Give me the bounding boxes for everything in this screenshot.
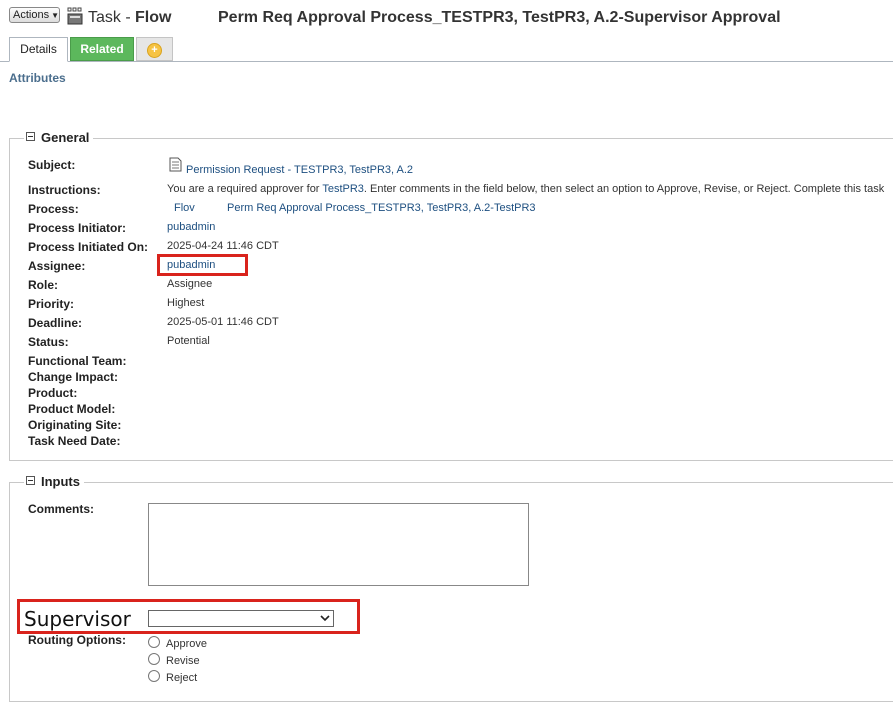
flow-label: Flow	[135, 9, 172, 26]
status-value: Potential	[167, 335, 210, 347]
role-value: Assignee	[167, 278, 213, 290]
instructions-value: You are a required approver for TestPR3.…	[167, 183, 884, 195]
tab-related[interactable]: Related	[70, 37, 134, 61]
status-label: Status:	[28, 335, 69, 349]
product-model-label: Product Model:	[28, 402, 116, 416]
actions-label: Actions	[13, 9, 50, 21]
subject-link[interactable]: Permission Request - TESTPR3, TestPR3, A…	[186, 164, 413, 176]
revise-radio[interactable]	[148, 653, 160, 665]
process-initiated-on-label: Process Initiated On:	[28, 240, 149, 254]
task-need-date-label: Task Need Date:	[28, 434, 121, 448]
assignee-label: Assignee:	[28, 259, 86, 273]
role-label: Role:	[28, 278, 58, 292]
deadline-value: 2025-05-01 11:46 CDT	[167, 316, 279, 328]
approve-label[interactable]: Approve	[166, 638, 207, 650]
reject-radio[interactable]	[148, 670, 160, 682]
instructions-link[interactable]: TestPR3	[322, 183, 364, 195]
tab-add[interactable]: +	[136, 37, 173, 61]
chevron-down-icon	[320, 615, 330, 622]
tab-details[interactable]: Details	[9, 37, 68, 62]
change-impact-label: Change Impact:	[28, 370, 119, 384]
process-initiator-label: Process Initiator:	[28, 221, 127, 235]
process-initiated-on-value: 2025-04-24 11:46 CDT	[167, 240, 279, 252]
priority-label: Priority:	[28, 297, 75, 311]
instructions-suffix: . Enter comments in the field below, the…	[363, 183, 885, 195]
deadline-label: Deadline:	[28, 316, 83, 330]
reject-label[interactable]: Reject	[166, 672, 197, 684]
originating-site-label: Originating Site:	[28, 418, 122, 432]
supervisor-select[interactable]	[148, 610, 334, 627]
process-initiator-link[interactable]: pubadmin	[167, 221, 215, 233]
comments-label: Comments:	[28, 502, 95, 516]
process-label: Process:	[28, 202, 79, 216]
actions-menu-button[interactable]: Actions ▼	[9, 7, 60, 23]
comments-field[interactable]	[148, 503, 529, 586]
instructions-prefix: You are a required approver for	[167, 183, 323, 195]
page-title: Perm Req Approval Process_TESTPR3, TestP…	[218, 9, 781, 26]
approve-radio[interactable]	[148, 636, 160, 648]
add-circle-icon: +	[147, 43, 162, 58]
supervisor-label: Supervisor	[24, 607, 131, 631]
caret-down-icon: ▼	[51, 11, 59, 20]
attributes-link[interactable]: Attributes	[9, 71, 66, 85]
instructions-label: Instructions:	[28, 183, 101, 197]
tab-bar-divider	[0, 61, 893, 62]
general-legend[interactable]: General	[24, 130, 94, 145]
process-flow-link[interactable]: Flov	[174, 202, 195, 214]
collapse-icon[interactable]	[26, 132, 35, 141]
process-link[interactable]: Perm Req Approval Process_TESTPR3, TestP…	[227, 202, 536, 214]
inputs-legend[interactable]: Inputs	[24, 474, 84, 489]
revise-label[interactable]: Revise	[166, 655, 200, 667]
inputs-legend-label: Inputs	[41, 474, 80, 489]
document-icon	[169, 157, 182, 172]
routing-options-label: Routing Options:	[28, 633, 126, 647]
priority-value: Highest	[167, 297, 205, 309]
assignee-link[interactable]: pubadmin	[167, 259, 215, 271]
general-legend-label: General	[41, 130, 90, 145]
task-label: Task -	[88, 9, 131, 26]
functional-team-label: Functional Team:	[28, 354, 127, 368]
collapse-icon[interactable]	[26, 476, 35, 485]
product-label: Product:	[28, 386, 78, 400]
subject-label: Subject:	[28, 158, 76, 172]
task-icon	[67, 7, 83, 25]
